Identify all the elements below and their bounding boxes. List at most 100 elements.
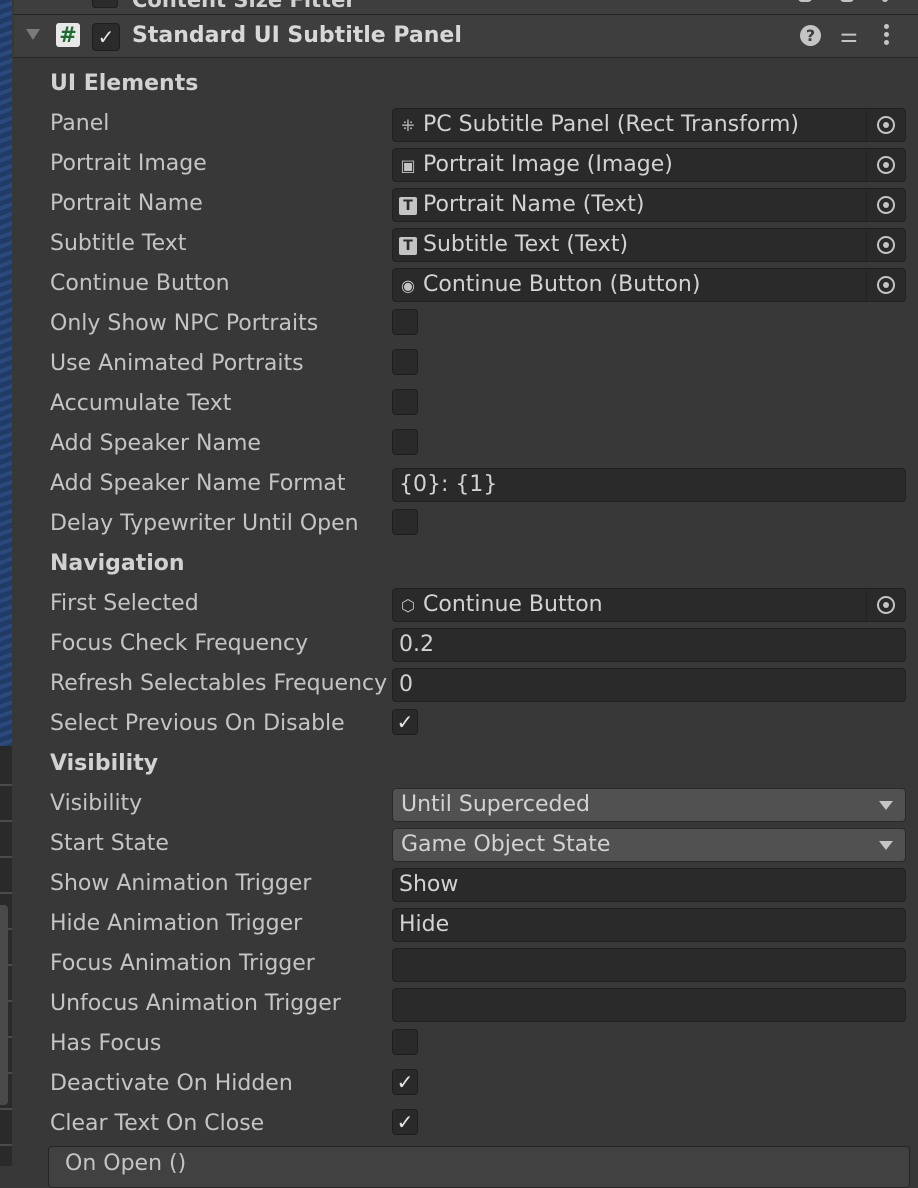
gameobject-cube-icon: ⬡ [401, 596, 415, 615]
focus-animation-trigger-input[interactable] [392, 948, 906, 982]
object-picker-icon[interactable] [866, 229, 905, 261]
only-show-npc-portraits-checkbox[interactable] [392, 309, 418, 335]
object-picker-icon[interactable] [866, 109, 905, 141]
kebab-menu-icon[interactable] [882, 23, 890, 47]
section-ui-elements: UI Elements [14, 65, 918, 105]
text-icon: T [399, 197, 417, 215]
field-value: 0.2 [399, 632, 434, 657]
field-label: Visibility [50, 791, 143, 816]
field-value: PC Subtitle Panel (Rect Transform) [423, 112, 799, 137]
field-value: Continue Button [423, 592, 603, 617]
field-value: Show [399, 872, 459, 897]
continue-button-object-field[interactable]: ◉ Continue Button (Button) [392, 268, 906, 302]
panel-scrollbar[interactable] [0, 905, 8, 1105]
subtitle-text-object-field[interactable]: T Subtitle Text (Text) [392, 228, 906, 262]
image-icon: ▣ [400, 156, 416, 175]
section-visibility: Visibility [14, 745, 918, 785]
field-label: Portrait Image [50, 151, 207, 176]
field-value: Continue Button (Button) [423, 272, 701, 297]
field-label: Only Show NPC Portraits [50, 311, 319, 336]
field-label: Deactivate On Hidden [50, 1071, 293, 1096]
component-header[interactable]: # ✓ Standard UI Subtitle Panel ? ⚌ [14, 15, 918, 58]
field-value: Portrait Image (Image) [423, 152, 673, 177]
kebab-menu-icon[interactable] [882, 0, 888, 2]
row-has-focus: Has Focus [14, 1025, 918, 1065]
row-delay-typewriter-until-open: Delay Typewriter Until Open [14, 505, 918, 545]
focus-check-frequency-input[interactable]: 0.2 [392, 628, 906, 662]
section-title: Navigation [50, 551, 185, 576]
scene-grid-background [0, 0, 12, 746]
field-label: First Selected [50, 591, 199, 616]
row-panel: Panel ⁜ PC Subtitle Panel (Rect Transfor… [14, 105, 918, 145]
row-hide-animation-trigger: Hide Animation Trigger Hide [14, 905, 918, 945]
field-value: Until Superceded [401, 792, 590, 817]
field-label: Accumulate Text [50, 391, 232, 416]
object-picker-icon[interactable] [866, 269, 905, 301]
portrait-image-object-field[interactable]: ▣ Portrait Image (Image) [392, 148, 906, 182]
visibility-dropdown[interactable]: Until Superceded [392, 788, 906, 822]
script-icon: # [56, 23, 80, 47]
field-label: Clear Text On Close [50, 1111, 265, 1136]
help-icon[interactable] [798, 0, 812, 2]
dropdown-arrow-icon [879, 801, 893, 810]
clear-text-on-close-checkbox[interactable]: ✓ [392, 1109, 418, 1135]
field-label: Start State [50, 831, 169, 856]
foldout-arrow-icon[interactable] [26, 29, 40, 40]
field-label: Portrait Name [50, 191, 203, 216]
field-label: Show Animation Trigger [50, 871, 312, 896]
presets-icon[interactable] [840, 0, 854, 2]
prev-component-header[interactable]: Content Size Fitter [14, 0, 918, 15]
row-portrait-name: Portrait Name T Portrait Name (Text) [14, 185, 918, 225]
row-refresh-selectables-frequency: Refresh Selectables Frequency 0 [14, 665, 918, 705]
accumulate-text-checkbox[interactable] [392, 389, 418, 415]
use-animated-portraits-checkbox[interactable] [392, 349, 418, 375]
row-continue-button: Continue Button ◉ Continue Button (Butto… [14, 265, 918, 305]
object-picker-icon[interactable] [866, 189, 905, 221]
component-enable-checkbox[interactable]: ✓ [92, 23, 120, 51]
presets-icon[interactable]: ⚌ [840, 23, 858, 47]
add-speaker-name-checkbox[interactable] [392, 429, 418, 455]
field-label: Select Previous On Disable [50, 711, 345, 736]
unfocus-animation-trigger-input[interactable] [392, 988, 906, 1022]
row-focus-animation-trigger: Focus Animation Trigger [14, 945, 918, 985]
section-navigation: Navigation [14, 545, 918, 585]
button-icon: ◉ [401, 276, 415, 295]
panel-object-field[interactable]: ⁜ PC Subtitle Panel (Rect Transform) [392, 108, 906, 142]
field-label: Panel [50, 111, 110, 136]
start-state-dropdown[interactable]: Game Object State [392, 828, 906, 862]
field-label: Has Focus [50, 1031, 162, 1056]
select-previous-on-disable-checkbox[interactable]: ✓ [392, 709, 418, 735]
row-add-speaker-name: Add Speaker Name [14, 425, 918, 465]
delay-typewriter-until-open-checkbox[interactable] [392, 509, 418, 535]
field-label: Use Animated Portraits [50, 351, 304, 376]
field-label: Focus Animation Trigger [50, 951, 315, 976]
portrait-name-object-field[interactable]: T Portrait Name (Text) [392, 188, 906, 222]
prev-component-title: Content Size Fitter [132, 0, 356, 12]
refresh-selectables-frequency-input[interactable]: 0 [392, 668, 906, 702]
field-value: Game Object State [401, 832, 611, 857]
field-label: Refresh Selectables Frequency [50, 671, 388, 696]
field-label: Subtitle Text [50, 231, 187, 256]
row-accumulate-text: Accumulate Text [14, 385, 918, 425]
inspector-panel: Content Size Fitter # ✓ Standard UI Subt… [14, 0, 918, 1188]
field-value: Portrait Name (Text) [423, 192, 645, 217]
row-use-animated-portraits: Use Animated Portraits [14, 345, 918, 385]
prev-component-enable-checkbox[interactable] [92, 0, 118, 8]
on-open-event-box[interactable]: On Open () [48, 1146, 910, 1188]
field-value: Hide [399, 912, 450, 937]
field-label: Continue Button [50, 271, 230, 296]
object-picker-icon[interactable] [866, 149, 905, 181]
component-title: Standard UI Subtitle Panel [132, 23, 462, 48]
show-animation-trigger-input[interactable]: Show [392, 868, 906, 902]
object-picker-icon[interactable] [866, 589, 905, 621]
first-selected-object-field[interactable]: ⬡ Continue Button [392, 588, 906, 622]
hide-animation-trigger-input[interactable]: Hide [392, 908, 906, 942]
help-icon[interactable]: ? [800, 25, 821, 46]
row-select-previous-on-disable: Select Previous On Disable ✓ [14, 705, 918, 745]
field-label: Focus Check Frequency [50, 631, 309, 656]
deactivate-on-hidden-checkbox[interactable]: ✓ [392, 1069, 418, 1095]
field-value: 0 [399, 672, 413, 697]
has-focus-checkbox[interactable] [392, 1029, 418, 1055]
add-speaker-name-format-input[interactable]: {0}: {1} [392, 468, 906, 502]
field-label: Unfocus Animation Trigger [50, 991, 341, 1016]
